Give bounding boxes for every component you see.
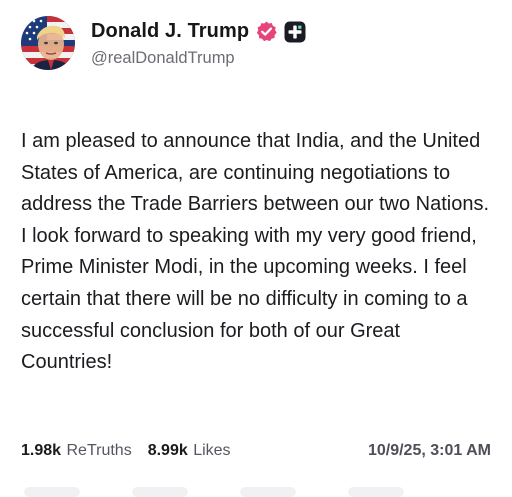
likes-count: 8.99k <box>147 442 188 459</box>
avatar-image <box>21 16 75 70</box>
reply-button[interactable] <box>24 487 80 497</box>
retruths-label: ReTruths <box>66 442 132 459</box>
post-stats: 1.98k ReTruths 8.99k Likes 10/9/25, 3:01… <box>21 439 491 463</box>
avatar[interactable] <box>21 16 75 70</box>
like-button[interactable] <box>240 487 296 497</box>
display-name[interactable]: Donald J. Trump <box>91 20 249 43</box>
retruths-stat[interactable]: 1.98k ReTruths <box>21 442 132 460</box>
retruth-button[interactable] <box>132 487 188 497</box>
action-bar <box>0 481 512 497</box>
share-button[interactable] <box>348 487 404 497</box>
verified-badge-icon <box>255 20 278 43</box>
retruths-count: 1.98k <box>21 442 62 459</box>
author-handle[interactable]: @realDonaldTrump <box>91 49 306 68</box>
plus-badge-icon <box>284 21 306 43</box>
name-row: Donald J. Trump <box>91 19 306 45</box>
likes-label: Likes <box>193 442 231 459</box>
post-timestamp[interactable]: 10/9/25, 3:01 AM <box>368 442 491 460</box>
likes-stat[interactable]: 8.99k Likes <box>148 442 231 460</box>
author-names: Donald J. Trump @realDonaldTrump <box>91 19 306 68</box>
post-text: I am pleased to announce that India, and… <box>21 130 490 374</box>
post-header: Donald J. Trump @realDonaldTrump <box>21 16 306 70</box>
